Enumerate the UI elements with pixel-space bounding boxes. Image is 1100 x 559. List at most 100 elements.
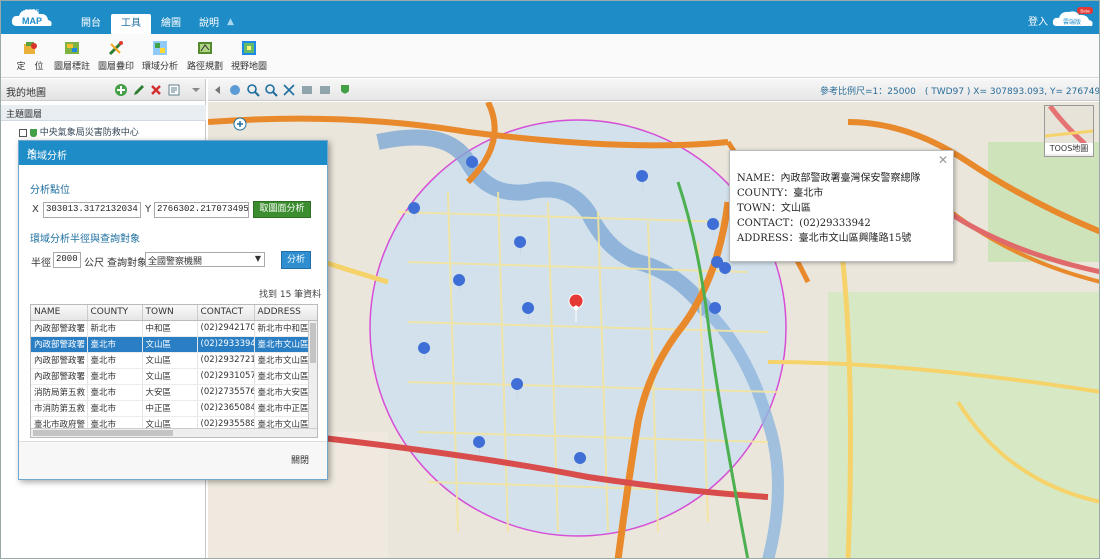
toos-map-logo[interactable]: TOOS MAP [9, 4, 55, 32]
cell: 臺北市 [87, 352, 143, 369]
previous-view-icon[interactable] [300, 83, 314, 97]
layer-overlay-icon [108, 40, 124, 56]
layer-tree-item[interactable]: 中央氣象局災害防救中心 [19, 125, 139, 138]
beta-badge: Beta [1080, 9, 1090, 14]
buffer-analysis-icon [153, 41, 167, 55]
tool-layer-overlay[interactable]: 圖層疊印 [93, 40, 139, 76]
cell: 內政部警政署 [31, 320, 88, 337]
properties-icon[interactable] [167, 83, 181, 97]
cell: (02)29421705 [197, 320, 255, 337]
tool-layer-label[interactable]: 圖層標註 [49, 40, 95, 76]
col-address[interactable]: ADDRESS [254, 305, 317, 321]
theme-layer-title: 主題圖層 [6, 110, 43, 120]
tool-route-plan[interactable]: 路徑規劃 [182, 40, 228, 76]
delete-icon[interactable] [149, 83, 163, 97]
route-plan-icon [198, 42, 212, 54]
cell: 臺北市 [87, 368, 143, 385]
next-view-icon[interactable] [318, 83, 332, 97]
zoom-out-icon[interactable] [264, 83, 278, 97]
full-extent-icon[interactable] [282, 83, 296, 97]
tab-help[interactable]: 說明 [189, 14, 229, 34]
cell: 大安區 [142, 384, 198, 401]
tool-label: 環域分析 [141, 62, 178, 72]
x-label: X [32, 204, 39, 215]
expand-left-icon[interactable] [211, 83, 225, 97]
y-label: Y [145, 204, 152, 215]
scroll-thumb[interactable] [310, 323, 316, 363]
zoom-in-icon[interactable] [246, 83, 260, 97]
target-select[interactable]: 全國警察機關 ▼ [145, 252, 265, 267]
pan-icon[interactable] [228, 83, 242, 97]
add-icon[interactable] [114, 83, 128, 97]
layer-item-label: 中央氣象局災害防救中心 [39, 128, 139, 138]
cell: 文山區 [142, 368, 198, 385]
scroll-thumb[interactable] [33, 430, 173, 436]
feature-info-popup: ✕ NAME：內政部警政署臺灣保安警察總隊 COUNTY：臺北市 TOWN：文山… [729, 150, 954, 262]
map-basemap [208, 102, 1099, 558]
col-county[interactable]: COUNTY [87, 305, 143, 321]
col-contact[interactable]: CONTACT [197, 305, 255, 321]
tab-more-icon[interactable]: ▲ [227, 17, 234, 27]
dropdown-arrow-icon: ▼ [254, 254, 261, 263]
top-bar: TOOS MAP 開台 工具 繪圖 說明 ▲ 登入 Beta 雲端版 [1, 1, 1099, 34]
table-row-selected[interactable]: 內政部警政署臺北市文山區(02)29333942臺北市文山區 [31, 336, 317, 353]
cell: 內政部警政署 [31, 352, 88, 369]
table-row[interactable]: 內政部警政署臺北市文山區(02)29310572臺北市文山區 [31, 368, 317, 385]
result-count: 找到 15 筆資料 [259, 290, 322, 300]
map-toolbar: 參考比例尺=1：25000 ( TWD97 ) X= 307893.093, Y… [208, 79, 1100, 101]
coordinate-readout: 參考比例尺=1：25000 ( TWD97 ) X= 307893.093, Y… [820, 87, 1100, 97]
cell: 中正區 [142, 400, 198, 417]
tool-view-map[interactable]: 視野地圖 [226, 40, 272, 76]
table-row[interactable]: 消防局第五救臺北市大安區(02)27355761臺北市大安區 [31, 384, 317, 401]
table-row[interactable]: 內政部警政署新北市中和區(02)29421705新北市中和區 [31, 320, 317, 337]
map-canvas[interactable] [208, 102, 1099, 558]
close-dialog-button[interactable]: 關閉 [285, 453, 315, 469]
popup-contact: CONTACT：(02)29333942 [737, 218, 871, 229]
table-row[interactable]: 市消防第五救臺北市中正區(02)23650844臺北市中正區 [31, 400, 317, 417]
basemap-switcher[interactable]: TOOS地圖 [1044, 104, 1094, 157]
table-row[interactable]: 內政部警政署臺北市文山區(02)29327214臺北市文山區 [31, 352, 317, 369]
section-analysis-point: 分析點位 [30, 185, 70, 196]
cell: 消防局第五救 [31, 384, 88, 401]
layer-label-icon [65, 42, 79, 54]
collapse-panel-icon[interactable] [189, 83, 203, 97]
tool-buffer-analysis[interactable]: 環域分析 [137, 40, 183, 76]
col-town[interactable]: TOWN [142, 305, 198, 321]
y-coordinate-input[interactable]: 2766302.217073495 [154, 202, 249, 218]
result-table[interactable]: NAME COUNTY TOWN CONTACT ADDRESS 內政部警政署新… [30, 304, 318, 438]
map-zoom-plus-icon[interactable] [233, 117, 247, 131]
cloud-version-label: 雲端版 [1063, 18, 1081, 26]
close-icon[interactable]: ✕ [938, 153, 948, 167]
view-map-icon [242, 41, 256, 55]
edit-icon[interactable] [132, 83, 146, 97]
tab-home[interactable]: 開台 [71, 14, 111, 34]
x-coordinate-input[interactable]: 303013.3172132034 [43, 202, 141, 218]
tab-tools[interactable]: 工具 [111, 14, 151, 34]
dialog-footer: 關閉 [19, 441, 327, 479]
cell: (02)29327214 [197, 352, 255, 369]
tab-draw[interactable]: 繪圖 [151, 14, 191, 34]
dialog-titlebar[interactable]: 環域分析 ✕ [19, 141, 327, 165]
table-header-row: NAME COUNTY TOWN CONTACT ADDRESS [31, 305, 317, 321]
shield-icon [29, 128, 37, 137]
tool-locate[interactable]: 定 位 [7, 40, 53, 76]
col-name[interactable]: NAME [31, 305, 88, 321]
shield-tool-icon[interactable] [338, 83, 352, 97]
analyze-button[interactable]: 分析 [281, 251, 311, 269]
login-link[interactable]: 登入 [1028, 13, 1048, 28]
cell: 新北市 [87, 320, 143, 337]
close-icon[interactable]: ✕ [27, 147, 321, 158]
cell: (02)29310572 [197, 368, 255, 385]
cell: 內政部警政署 [31, 368, 88, 385]
cell: (02)29333942 [197, 336, 255, 353]
cell: 市消防第五救 [31, 400, 88, 417]
tool-label: 路徑規劃 [186, 62, 223, 72]
table-vertical-scrollbar[interactable] [308, 321, 317, 429]
left-panel-title: 我的地圖 [6, 88, 46, 99]
radius-input[interactable]: 2000 [53, 252, 81, 268]
left-panel-header: 我的地圖 [1, 79, 205, 101]
pick-from-map-button[interactable]: 取圖面分析 [253, 201, 311, 218]
layer-checkbox[interactable] [19, 128, 27, 137]
cloud-version-button[interactable]: Beta 雲端版 [1051, 6, 1095, 30]
table-horizontal-scrollbar[interactable] [31, 428, 317, 437]
